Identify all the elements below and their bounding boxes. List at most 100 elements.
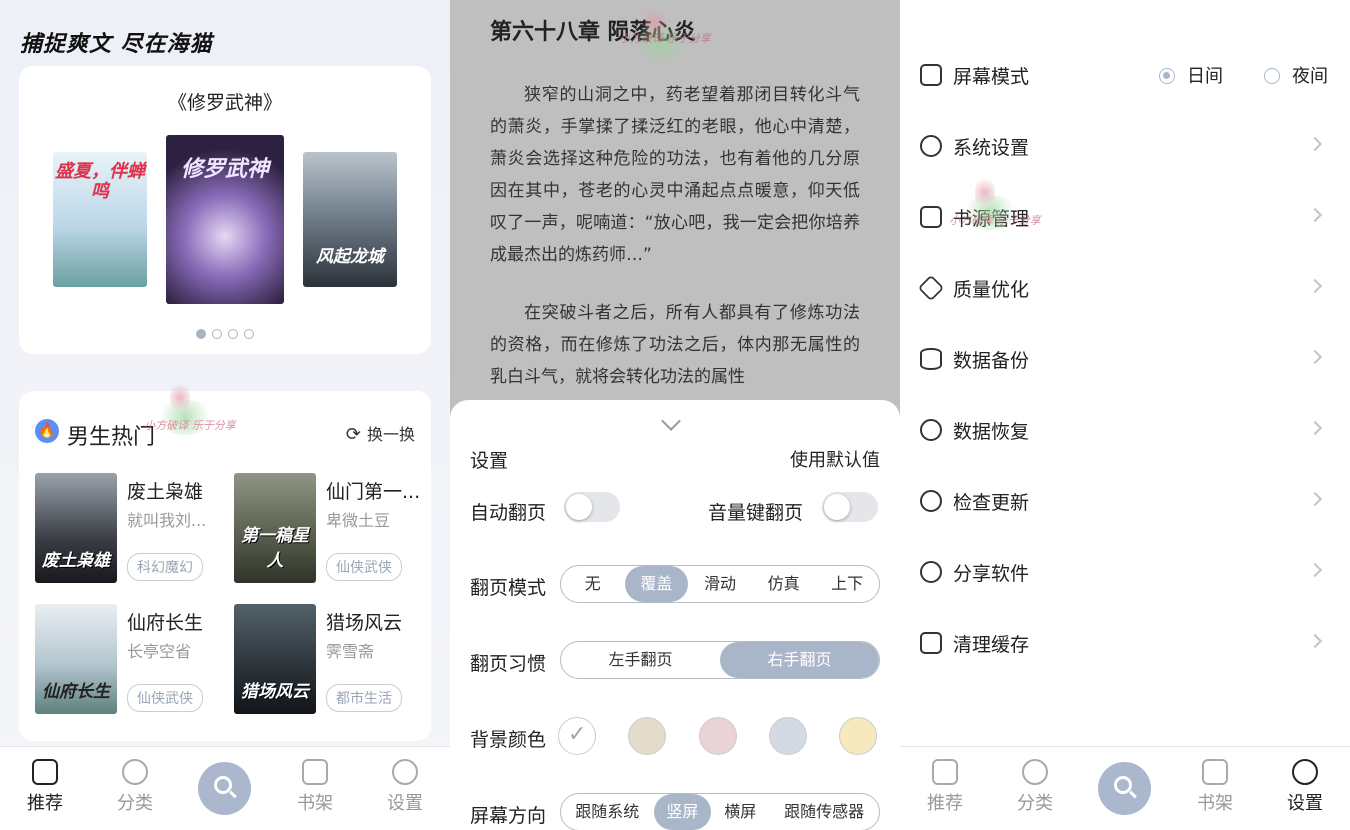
menu-item-system-settings[interactable]: 系统设置: [920, 129, 1330, 169]
menu-label: 系统设置: [953, 137, 1030, 159]
cover-title: 废土枭雄: [42, 551, 110, 571]
menu-item-share[interactable]: 分享软件: [920, 555, 1330, 595]
radio-dot: [1264, 68, 1280, 84]
settings-screen: 屏幕模式 日间 夜间 系统设置 书源管理 质量优化 数据备份 数据恢复 检查更新…: [900, 0, 1350, 830]
search-icon-handle: [1129, 790, 1137, 799]
turn-mode-option[interactable]: 无: [561, 566, 625, 602]
book-item[interactable]: 废土枭雄 废土枭雄 就叫我刘... 科幻魔幻: [35, 473, 225, 583]
habit-label: 翻页习惯: [470, 653, 547, 675]
turn-mode-option[interactable]: 仿真: [752, 566, 816, 602]
featured-title: 《修罗武神》: [167, 92, 282, 114]
book-cover: 仙府长生: [35, 604, 117, 714]
carousel-dot[interactable]: [212, 329, 222, 339]
habit-row: 翻页习惯 左手翻页 右手翻页: [470, 641, 880, 681]
orientation-row: 屏幕方向 跟随系统 竖屏 横屏 跟随传感器: [470, 793, 880, 830]
featured-card: 《修罗武神》 盛夏，伴蝉鸣 修罗武神 风起龙城: [19, 66, 431, 354]
orientation-option[interactable]: 竖屏: [653, 794, 712, 830]
carousel-indicator: [19, 324, 431, 343]
turn-mode-option[interactable]: 上下: [815, 566, 879, 602]
reset-default-button[interactable]: 使用默认值: [790, 446, 880, 472]
carousel-dot[interactable]: [196, 329, 206, 339]
bg-color-swatch[interactable]: [558, 717, 596, 755]
orientation-option[interactable]: 跟随系统: [561, 794, 654, 830]
screen-mode-row: 屏幕模式 日间 夜间: [920, 58, 1330, 98]
book-tag: 都市生活: [326, 684, 402, 712]
hot-header: 🔥 男生热门 ⟳ 换一换: [35, 419, 415, 450]
night-mode-label: 夜间: [1292, 66, 1328, 87]
tab-settings[interactable]: 设置: [370, 759, 440, 815]
turn-mode-option[interactable]: 覆盖: [624, 566, 689, 602]
chevron-down-icon[interactable]: [661, 411, 681, 431]
home-screen: 捕捉爽文 尽在海猫 《修罗武神》 盛夏，伴蝉鸣 修罗武神 风起龙城 🔥 男生热门…: [0, 0, 450, 830]
book-author: 就叫我刘...: [127, 511, 207, 530]
volume-key-toggle[interactable]: [822, 492, 878, 522]
book-item[interactable]: 仙府长生 仙府长生 长亭空省 仙侠武侠: [35, 604, 225, 714]
chevron-right-icon: [1307, 420, 1323, 436]
chevron-right-icon: [1307, 349, 1323, 365]
carousel-cover-current[interactable]: 修罗武神: [166, 135, 284, 304]
tab-category[interactable]: 分类: [1000, 759, 1070, 815]
habit-option[interactable]: 右手翻页: [720, 642, 879, 678]
menu-item-quality[interactable]: 质量优化: [917, 271, 1330, 311]
carousel-dot[interactable]: [244, 329, 254, 339]
book-cover: 第一稿星人: [234, 473, 316, 583]
bg-color-swatch[interactable]: [699, 717, 737, 755]
upload-icon: [920, 490, 942, 512]
share-icon: [920, 561, 942, 583]
habit-option[interactable]: 左手翻页: [561, 642, 720, 678]
bg-color-swatch[interactable]: [628, 717, 666, 755]
carousel-dot[interactable]: [228, 329, 238, 339]
bg-color-swatch[interactable]: [769, 717, 807, 755]
night-mode-radio[interactable]: 夜间: [1264, 62, 1328, 88]
turn-mode-option[interactable]: 滑动: [688, 566, 752, 602]
book-name: 仙门第一...: [326, 481, 421, 503]
book-item[interactable]: 猎场风云 猎场风云 霁雪斋 都市生活: [234, 604, 424, 714]
book-item[interactable]: 第一稿星人 仙门第一... 卑微土豆 仙侠武侠: [234, 473, 424, 583]
orientation-option[interactable]: 横屏: [711, 794, 769, 830]
tab-label: 推荐: [927, 793, 963, 814]
bg-color-row: 背景颜色: [470, 717, 880, 757]
carousel-cover-next[interactable]: 风起龙城: [303, 152, 397, 287]
tab-bookshelf[interactable]: 书架: [280, 759, 350, 815]
book-name: 仙府长生: [127, 612, 204, 634]
book-tag: 仙侠武侠: [326, 553, 402, 581]
cover-title: 猎场风云: [241, 682, 309, 702]
menu-item-restore[interactable]: 数据恢复: [920, 413, 1330, 453]
orientation-option[interactable]: 跟随传感器: [769, 794, 879, 830]
cover-title: 仙府长生: [42, 682, 110, 702]
star-badge-icon: [932, 759, 958, 785]
chevron-right-icon: [1307, 562, 1323, 578]
tab-label: 分类: [117, 793, 153, 814]
search-button[interactable]: [1098, 762, 1151, 815]
tab-recommend[interactable]: 推荐: [910, 759, 980, 815]
fire-icon: 🔥: [35, 419, 59, 443]
auto-turn-toggle[interactable]: [564, 492, 620, 522]
menu-item-book-source[interactable]: 书源管理: [920, 200, 1330, 240]
bg-color-swatch[interactable]: [839, 717, 877, 755]
tab-recommend[interactable]: 推荐: [10, 759, 80, 815]
menu-item-backup[interactable]: 数据备份: [920, 342, 1330, 382]
menu-label: 清理缓存: [953, 634, 1030, 656]
search-button[interactable]: [198, 762, 251, 815]
refresh-label: 换一换: [366, 425, 415, 444]
radio-dot: [1159, 68, 1175, 84]
tab-label: 分类: [1017, 793, 1053, 814]
carousel-cover-prev[interactable]: 盛夏，伴蝉鸣: [53, 152, 147, 287]
book-name: 废土枭雄: [127, 481, 204, 503]
day-mode-radio[interactable]: 日间: [1159, 62, 1223, 88]
bg-color-label: 背景颜色: [470, 729, 547, 751]
tab-category[interactable]: 分类: [100, 759, 170, 815]
menu-item-check-update[interactable]: 检查更新: [920, 484, 1330, 524]
search-icon-handle: [229, 790, 237, 799]
bottom-tab-bar: 推荐 分类 书架 设置: [900, 746, 1350, 830]
refresh-button[interactable]: ⟳ 换一换: [346, 421, 415, 445]
reader-paragraph: 在突破斗者之后，所有人都具有了修炼功法的资格，而在修炼了功法之后，体内那无属性的…: [490, 303, 860, 387]
tab-label: 书架: [297, 793, 333, 814]
book-name: 猎场风云: [326, 612, 403, 634]
cover-title: 修罗武神: [180, 157, 269, 182]
day-mode-label: 日间: [1187, 66, 1223, 87]
broom-icon: [920, 632, 942, 654]
tab-settings[interactable]: 设置: [1270, 759, 1340, 815]
menu-item-clear-cache[interactable]: 清理缓存: [920, 626, 1330, 666]
tab-bookshelf[interactable]: 书架: [1180, 759, 1250, 815]
